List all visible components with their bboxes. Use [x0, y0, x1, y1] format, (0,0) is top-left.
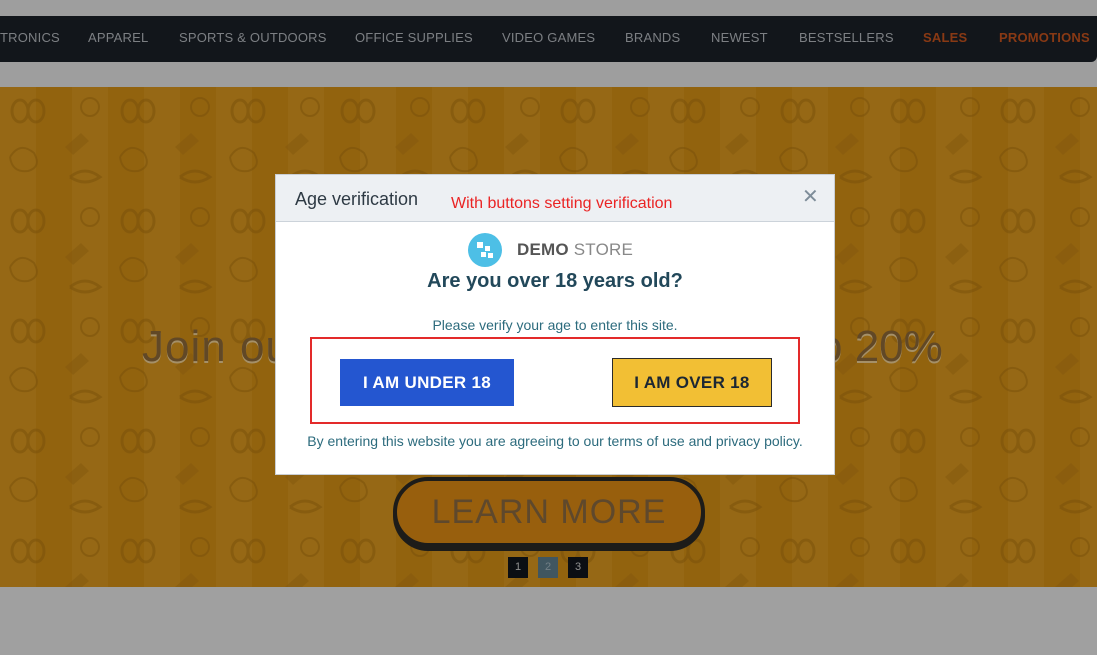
- store-logo-icon: [468, 233, 502, 267]
- age-verification-modal: Age verification With buttons setting ve…: [275, 174, 835, 475]
- store-logo-text: DEMO STORE: [517, 240, 633, 260]
- close-icon[interactable]: ✕: [802, 187, 819, 207]
- verify-instruction: Please verify your age to enter this sit…: [432, 317, 678, 333]
- terms-disclaimer: By entering this website you are agreein…: [307, 433, 803, 449]
- under-18-button[interactable]: I AM UNDER 18: [340, 359, 514, 406]
- over-18-button[interactable]: I AM OVER 18: [612, 358, 772, 407]
- age-question: Are you over 18 years old?: [427, 270, 683, 292]
- store-logo: DEMO STORE: [468, 233, 633, 267]
- annotation-label: With buttons setting verification: [451, 195, 673, 212]
- modal-header: Age verification With buttons setting ve…: [276, 175, 834, 222]
- logo-text-light: STORE: [573, 240, 634, 259]
- logo-text-bold: DEMO: [517, 240, 569, 259]
- modal-title: Age verification: [295, 189, 419, 209]
